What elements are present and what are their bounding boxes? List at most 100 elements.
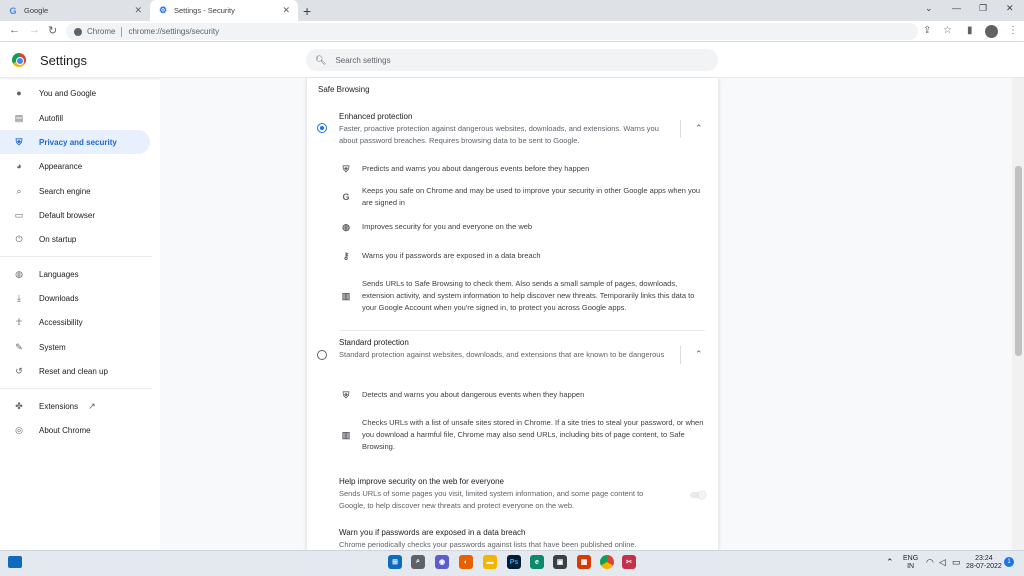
tab-title: Settings - Security (174, 6, 235, 15)
help-improve-toggle[interactable] (690, 491, 706, 499)
share-icon[interactable]: ⇪ (923, 25, 931, 36)
sidebar-item-autofill[interactable]: ▤ Autofill (0, 106, 150, 130)
sidebar-item-search-engine[interactable]: ⌕ Search engine (0, 179, 150, 203)
sidebar-item-default-browser[interactable]: ▭ Default browser (0, 203, 150, 227)
shield-icon: ⛨ (342, 390, 350, 400)
clock-date: 28-07-2022 (966, 563, 1002, 570)
power-icon: ⏻ (15, 233, 23, 244)
clock-time: 23:24 (975, 555, 993, 562)
sidebar-divider (0, 388, 152, 389)
widgets-icon[interactable] (8, 556, 22, 568)
sidebar-item-label: Default browser (39, 210, 96, 220)
back-arrow-icon[interactable]: ← (9, 24, 20, 36)
sidebar-item-label: Autofill (39, 113, 64, 123)
sidebar-item-you-and-google[interactable]: ● You and Google (0, 81, 150, 105)
clock[interactable]: 23:24 28-07-2022 (966, 555, 1002, 571)
chrome-icon[interactable] (600, 555, 614, 569)
address-bar[interactable]: Chrome chrome://settings/security (66, 23, 918, 40)
language-code: ENG (903, 555, 919, 562)
notification-badge[interactable]: 1 (1004, 557, 1014, 567)
menu-dots-icon[interactable]: ⋮ (1008, 25, 1018, 36)
profile-avatar[interactable] (985, 25, 998, 38)
palette-icon: ◕ (16, 161, 22, 171)
sidebar-item-label: Privacy and security (39, 137, 117, 147)
google-g-icon: G (342, 192, 350, 202)
volume-icon[interactable]: ◁ (939, 558, 946, 567)
standard-protection-desc: Standard protection against websites, do… (339, 350, 665, 359)
globe-icon: ◍ (15, 268, 23, 279)
standard-protection-radio[interactable] (317, 350, 327, 360)
photoshop-icon[interactable]: Ps (507, 555, 521, 569)
sidebar-item-label: Reset and clean up (39, 366, 108, 376)
sidebar-item-label: On startup (39, 234, 77, 244)
search-input[interactable] (335, 55, 696, 65)
chevron-up-icon[interactable]: ⌃ (886, 558, 894, 567)
sidebar-item-reset-and-clean-up[interactable]: ↺ Reset and clean up (0, 359, 150, 383)
option-separator (680, 120, 681, 138)
sidebar-divider (0, 256, 152, 257)
sidebar-item-label: System (39, 342, 66, 352)
sidebar-item-downloads[interactable]: ⤓ Downloads (0, 286, 150, 310)
sidebar-item-label: Extensions (39, 401, 79, 411)
sidebar-item-privacy-and-security[interactable]: ⛨ Privacy and security (0, 130, 150, 154)
sidebar-item-label: Accessibility (39, 317, 83, 327)
tab-strip: G Google ✕ ⚙ Settings - Security ✕ + ⌄ —… (0, 0, 1024, 21)
sidebar-item-appearance[interactable]: ◕ Appearance (0, 154, 150, 178)
edge-icon[interactable]: e (530, 555, 544, 569)
chrome-icon: ◎ (15, 424, 23, 435)
search-icon[interactable]: ⌕ (411, 555, 425, 569)
chat-icon[interactable]: ◉ (435, 555, 449, 569)
search-settings-box[interactable]: 🔍︎ (306, 49, 718, 71)
clipboard-icon: ▤ (14, 112, 24, 123)
scrollbar-thumb[interactable] (1015, 166, 1022, 356)
bookmark-star-icon[interactable]: ☆ (943, 25, 952, 36)
help-improve-title: Help improve security on the web for eve… (339, 477, 504, 486)
sidebar-item-about-chrome[interactable]: ◎ About Chrome (0, 418, 150, 442)
warn-passwords-title: Warn you if passwords are exposed in a d… (339, 528, 526, 537)
terminal-icon[interactable]: ▣ (553, 555, 567, 569)
language-indicator[interactable]: ENG IN (903, 555, 918, 571)
minimize-icon[interactable]: — (952, 3, 961, 13)
url-text[interactable]: chrome://settings/security (128, 27, 219, 36)
snipping-tool-icon[interactable]: ✂ (622, 555, 636, 569)
tab-google[interactable]: G Google ✕ (0, 0, 150, 21)
new-tab-button[interactable]: + (303, 3, 311, 19)
firefox-icon[interactable]: ◐ (459, 555, 473, 569)
standard-bullet: Checks URLs with a list of unsafe sites … (362, 418, 704, 451)
store-icon[interactable]: ▦ (577, 555, 591, 569)
tab-title: Google (24, 6, 49, 15)
sidebar-item-system[interactable]: ✎ System (0, 335, 150, 359)
side-panel-icon[interactable]: ▮ (967, 25, 973, 36)
sidebar-item-on-startup[interactable]: ⏻ On startup (0, 227, 150, 251)
close-icon[interactable]: ✕ (134, 5, 142, 16)
sidebar-item-extensions[interactable]: ✤ Extensions ↗ (0, 394, 150, 418)
browser-toolbar: ← → ↻ Chrome chrome://settings/security … (0, 21, 1024, 42)
open-in-new-icon: ↗ (88, 400, 96, 411)
tab-settings-security[interactable]: ⚙ Settings - Security ✕ (150, 0, 298, 21)
restore-window-icon[interactable]: ❐ (979, 3, 987, 14)
chevron-up-icon[interactable]: ⌃ (695, 349, 703, 360)
download-icon: ⤓ (17, 292, 21, 303)
tab-search-icon[interactable]: ⌄ (925, 3, 933, 14)
enhanced-protection-desc: Faster, proactive protection against dan… (339, 124, 659, 145)
forward-arrow-icon[interactable]: → (29, 24, 40, 36)
chevron-up-icon[interactable]: ⌃ (695, 123, 703, 134)
accessibility-icon: ☥ (15, 316, 23, 327)
enhanced-bullet: Sends URLs to Safe Browsing to check the… (362, 279, 695, 312)
puzzle-icon: ✤ (15, 400, 23, 411)
wifi-icon[interactable]: ◠ (926, 558, 934, 567)
windows-start-icon[interactable]: ⊞ (388, 555, 402, 569)
close-icon[interactable]: ✕ (282, 5, 290, 16)
file-explorer-icon[interactable]: ▬ (483, 555, 497, 569)
sidebar-item-accessibility[interactable]: ☥ Accessibility (0, 310, 150, 334)
sidebar-item-languages[interactable]: ◍ Languages (0, 262, 150, 286)
close-window-icon[interactable]: ✕ (1006, 3, 1014, 14)
enhanced-bullet: Predicts and warns you about dangerous e… (362, 164, 590, 173)
chrome-logo-icon (12, 53, 26, 67)
search-icon: 🔍︎ (315, 54, 327, 65)
enhanced-protection-radio[interactable] (317, 123, 327, 133)
google-g-icon: G (9, 5, 17, 16)
battery-icon[interactable]: ▭ (952, 558, 961, 567)
key-icon: ⚷ (342, 251, 350, 261)
reload-icon[interactable]: ↻ (48, 24, 57, 37)
